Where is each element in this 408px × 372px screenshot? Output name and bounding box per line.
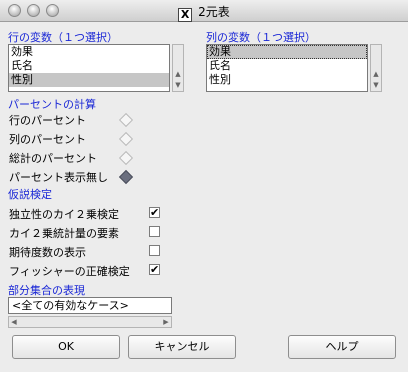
row-variable-label: 行の変数（１つ選択） [8,31,118,44]
subset-expression-input[interactable]: <全ての有効なケース> [8,297,172,314]
column-variable-item-0[interactable]: 効果 [207,45,367,59]
row-variable-scrollbar[interactable]: ▲ ▼ [172,44,184,92]
cancel-button[interactable]: キャンセル [128,335,236,359]
test-chisq-checkbox[interactable]: ✔ [149,207,160,218]
column-variable-item-2[interactable]: 性別 [207,73,367,87]
percent-section-label: パーセントの計算 [8,98,96,111]
subset-section-label: 部分集合の表現 [8,284,85,297]
row-variable-list[interactable]: 効果 氏名 性別 [8,44,170,92]
scroll-left-arrow-icon[interactable]: ◀ [9,317,19,327]
window-title-wrap: X 2元表 [0,3,408,22]
percent-column-radio[interactable] [118,131,134,147]
scroll-down-arrow-icon[interactable]: ▼ [371,80,381,90]
title-bar: X 2元表 [0,0,408,22]
dialog-window: X 2元表 行の変数（１つ選択） 効果 氏名 性別 ▲ ▼ 列の変数（１つ選択） … [0,0,408,372]
scroll-right-arrow-icon[interactable]: ▶ [161,317,171,327]
percent-option-row-label: 行のパーセント [9,114,86,127]
test-components-label: カイ２乗統計量の要素 [9,227,119,240]
percent-option-total-label: 総計のパーセント [9,152,97,165]
test-components-checkbox[interactable] [149,226,160,237]
scroll-up-arrow-icon[interactable]: ▲ [173,69,183,79]
subset-horizontal-scrollbar[interactable]: ◀ ▶ [8,316,172,328]
row-variable-item-0[interactable]: 効果 [9,45,169,59]
test-fisher-checkbox[interactable]: ✔ [149,264,160,275]
row-variable-item-1[interactable]: 氏名 [9,59,169,73]
row-variable-item-2[interactable]: 性別 [9,73,169,87]
tests-section-label: 仮説検定 [8,188,52,201]
test-expected-label: 期待度数の表示 [9,246,86,259]
column-variable-list[interactable]: 効果 氏名 性別 [206,44,368,92]
window-title: 2元表 [198,5,230,19]
x11-app-icon: X [178,8,193,22]
percent-option-none-label: パーセント表示無し [9,171,108,184]
column-variable-label: 列の変数（１つ選択） [206,31,316,44]
test-chisq-label: 独立性のカイ２乗検定 [9,208,119,221]
scroll-down-arrow-icon[interactable]: ▼ [173,80,183,90]
percent-total-radio[interactable] [118,150,134,166]
help-button[interactable]: ヘルプ [288,335,396,359]
column-variable-item-1[interactable]: 氏名 [207,59,367,73]
percent-none-radio[interactable] [118,169,134,185]
ok-button[interactable]: OK [12,335,120,359]
scroll-up-arrow-icon[interactable]: ▲ [371,69,381,79]
test-fisher-label: フィッシャーの正確検定 [9,265,130,278]
percent-row-radio[interactable] [118,112,134,128]
column-variable-scrollbar[interactable]: ▲ ▼ [370,44,382,92]
percent-option-column-label: 列のパーセント [9,133,86,146]
test-expected-checkbox[interactable] [149,245,160,256]
